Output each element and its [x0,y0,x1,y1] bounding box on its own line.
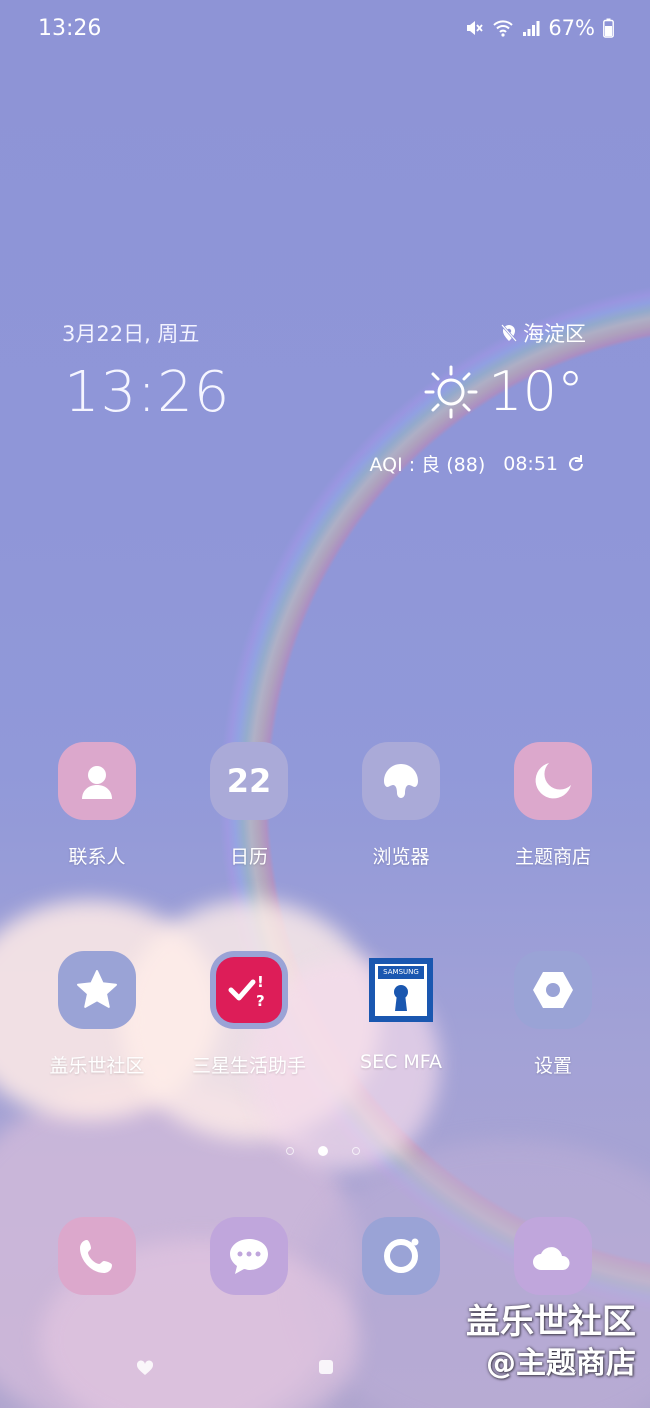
app-sec-mfa[interactable]: SAMSUNG SEC MFA [325,951,477,1073]
battery-icon [603,18,614,38]
wifi-icon [493,20,514,37]
app-label: 主题商店 [514,846,591,868]
browser-icon [362,742,440,820]
dock-messages[interactable] [173,1217,325,1295]
wallpaper [0,0,650,1408]
dock-camera[interactable] [325,1217,477,1295]
page-dot[interactable] [352,1147,360,1155]
sun-icon [424,365,478,418]
watermark: 盖乐世社区 @主题商店 [466,1300,636,1384]
back-gesture-icon[interactable] [136,1360,154,1376]
app-label: SEC MFA [360,1051,442,1073]
calendar-icon: 22 [210,742,288,820]
app-label: 浏览器 [372,846,430,868]
app-theme-store[interactable]: 主题商店 [477,742,629,869]
svg-text:!: ! [257,973,264,991]
watermark-line2: @主题商店 [486,1346,636,1381]
weather-icon [514,1217,592,1295]
contact-icon [58,742,136,820]
app-label: 盖乐世社区 [49,1055,145,1077]
status-bar: 13:26 67% [0,0,650,60]
status-icons: 67% [464,16,614,40]
sec-mfa-icon: SAMSUNG [362,951,440,1029]
page-dot-active[interactable] [318,1146,328,1156]
widget-date[interactable]: 3月22日, 周五 [62,318,199,348]
weather-aqi-row[interactable]: AQI : 良 (88) 08:51 [369,450,586,477]
app-calendar[interactable]: 22 日历 [173,742,325,869]
signal-icon [523,21,540,36]
page-dot[interactable] [286,1147,294,1155]
weather-location-label: 海淀区 [523,322,586,346]
camera-icon [362,1217,440,1295]
weather-updated-time: 08:51 [503,452,558,475]
app-label: 三星生活助手 [191,1055,306,1077]
messages-icon [210,1217,288,1295]
watermark-line1: 盖乐世社区 [466,1302,636,1342]
app-settings[interactable]: 设置 [477,951,629,1078]
app-contacts[interactable]: 联系人 [21,742,173,869]
home-button[interactable] [319,1360,333,1374]
weather-location[interactable]: 海淀区 [501,318,586,348]
phone-icon [58,1217,136,1295]
refresh-icon[interactable] [566,454,586,474]
svg-text:?: ? [256,992,265,1010]
life-assistant-icon: ! ? [210,951,288,1029]
theme-store-icon [514,742,592,820]
app-browser[interactable]: 浏览器 [325,742,477,869]
app-life-assistant[interactable]: ! ? 三星生活助手 [173,951,325,1078]
app-galaxy-community[interactable]: 盖乐世社区 [21,951,173,1078]
calendar-date: 22 [226,762,272,800]
dock-phone[interactable] [21,1217,173,1295]
dock-weather[interactable] [477,1217,629,1295]
weather-aqi: AQI : 良 (88) [369,454,486,476]
page-indicator[interactable] [286,1146,360,1156]
settings-icon [514,951,592,1029]
widget-clock[interactable]: 13:26 [64,360,230,425]
app-label: 设置 [533,1055,572,1077]
app-label: 联系人 [68,846,126,868]
weather-temperature: 10° [488,360,584,423]
status-time: 13:26 [38,16,102,41]
samsung-badge: SAMSUNG [378,966,424,979]
location-off-icon [501,324,517,342]
battery-percent: 67% [548,16,595,40]
mute-icon [467,21,484,35]
app-label: 日历 [229,846,268,868]
weather-current[interactable]: 10° [424,360,584,423]
star-icon [58,951,136,1029]
